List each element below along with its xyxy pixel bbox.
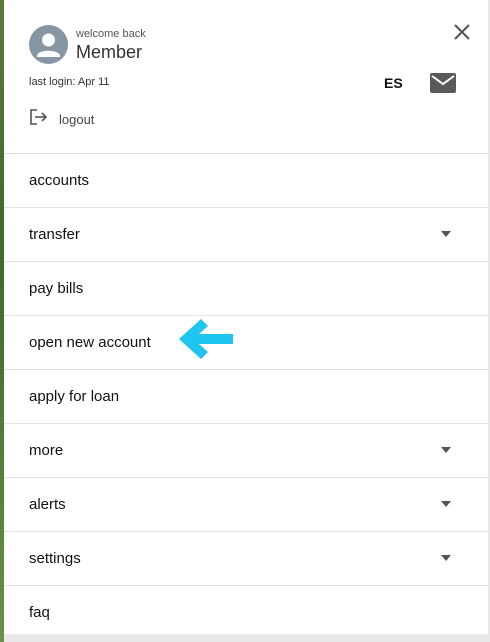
panel-footer-bar xyxy=(4,634,488,642)
menu-item-settings[interactable]: settings xyxy=(4,532,488,586)
menu-item-label: apply for loan xyxy=(29,388,120,405)
menu-item-alerts[interactable]: alerts xyxy=(4,478,488,532)
menu-header: welcome back Member last login: Apr 11 E… xyxy=(4,0,488,154)
menu-item-label: more xyxy=(29,442,64,459)
menu-item-transfer[interactable]: transfer xyxy=(4,208,488,262)
menu-item-label: settings xyxy=(29,550,81,567)
menu-item-label: pay bills xyxy=(29,280,84,297)
close-icon[interactable] xyxy=(453,23,471,41)
chevron-down-icon xyxy=(441,231,451,237)
last-login-text: last login: Apr 11 xyxy=(29,76,110,88)
menu-item-accounts[interactable]: accounts xyxy=(4,154,488,208)
logout-button[interactable]: logout xyxy=(29,108,94,131)
pointer-arrow-icon xyxy=(177,317,235,361)
menu-item-more[interactable]: more xyxy=(4,424,488,478)
logout-icon xyxy=(29,108,49,131)
member-name: Member xyxy=(76,42,143,62)
menu-item-label: open new account xyxy=(29,334,151,351)
chevron-down-icon xyxy=(441,501,451,507)
side-menu-panel: welcome back Member last login: Apr 11 E… xyxy=(4,0,488,642)
mail-icon[interactable] xyxy=(430,73,456,93)
menu-item-label: faq xyxy=(29,604,50,621)
welcome-text: welcome back xyxy=(76,28,146,40)
chevron-down-icon xyxy=(441,447,451,453)
menu-item-label: accounts xyxy=(29,172,90,189)
language-toggle[interactable]: ES xyxy=(384,75,403,91)
user-avatar-icon xyxy=(29,25,68,64)
nav-menu: accounts transfer pay bills open new acc… xyxy=(4,154,488,640)
menu-item-pay-bills[interactable]: pay bills xyxy=(4,262,488,316)
logout-label: logout xyxy=(59,112,95,127)
chevron-down-icon xyxy=(441,555,451,561)
menu-item-faq[interactable]: faq xyxy=(4,586,488,640)
menu-item-label: transfer xyxy=(29,226,80,243)
menu-item-open-new-account[interactable]: open new account xyxy=(4,316,488,370)
menu-item-label: alerts xyxy=(29,496,66,513)
menu-item-apply-for-loan[interactable]: apply for loan xyxy=(4,370,488,424)
